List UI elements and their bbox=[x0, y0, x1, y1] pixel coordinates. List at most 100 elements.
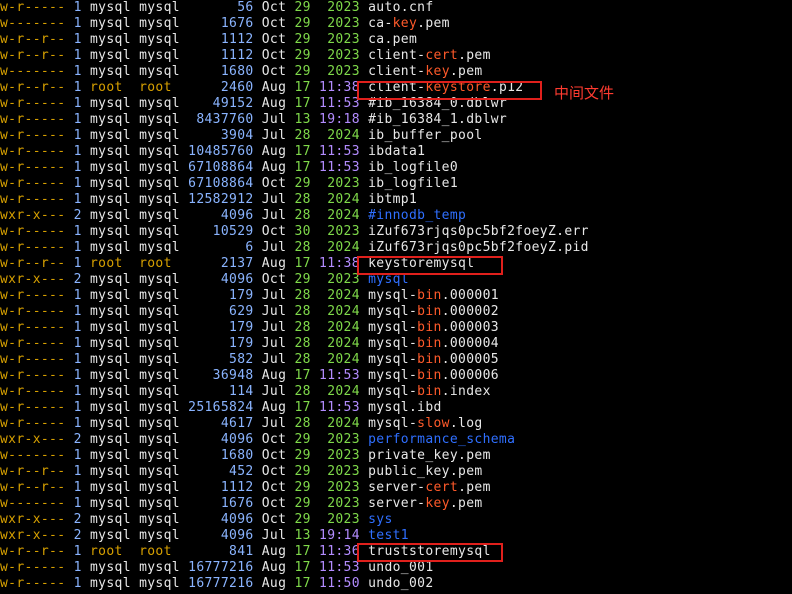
day: 29 bbox=[294, 16, 311, 31]
day: 29 bbox=[294, 464, 311, 479]
permissions: w-r----- bbox=[0, 128, 66, 143]
listing-row[interactable]: w-r----- 1 mysql mysql 10485760 Aug 17 1… bbox=[0, 144, 425, 160]
file-name[interactable]: mysql.ibd bbox=[368, 400, 442, 415]
file-name-segment: client- bbox=[368, 48, 426, 63]
file-name[interactable]: server-key.pem bbox=[368, 496, 483, 511]
file-size: 179 bbox=[188, 320, 254, 335]
listing-row[interactable]: w------- 1 mysql mysql 1680 Oct 29 2023 … bbox=[0, 64, 483, 80]
listing-row[interactable]: w-r----- 1 mysql mysql 56 Oct 29 2023 au… bbox=[0, 0, 434, 16]
file-name[interactable]: client-key.pem bbox=[368, 64, 483, 79]
file-name[interactable]: ib_buffer_pool bbox=[368, 128, 482, 143]
file-name-segment: undo_002 bbox=[368, 576, 434, 591]
day: 29 bbox=[294, 496, 311, 511]
listing-row[interactable]: w-r----- 1 mysql mysql 25165824 Aug 17 1… bbox=[0, 400, 442, 416]
permissions: w-r--r-- bbox=[0, 480, 66, 495]
group: mysql bbox=[139, 240, 180, 255]
month: Aug bbox=[261, 144, 287, 159]
file-name[interactable]: sys bbox=[368, 512, 393, 527]
listing-row[interactable]: w-r----- 1 mysql mysql 179 Jul 28 2024 m… bbox=[0, 288, 499, 304]
listing-row[interactable]: wxr-x--- 2 mysql mysql 4096 Oct 29 2023 … bbox=[0, 432, 515, 448]
file-name[interactable]: undo_001 bbox=[368, 560, 433, 575]
listing-row[interactable]: w-r--r-- 1 mysql mysql 1112 Oct 29 2023 … bbox=[0, 32, 417, 48]
month: Jul bbox=[261, 352, 287, 367]
time-or-year: 2023 bbox=[319, 16, 360, 31]
file-name[interactable]: ib_logfile1 bbox=[368, 176, 458, 191]
file-name[interactable]: mysql-bin.000002 bbox=[368, 304, 499, 319]
listing-row[interactable]: w------- 1 mysql mysql 1676 Oct 29 2023 … bbox=[0, 16, 450, 32]
file-name[interactable]: test1 bbox=[368, 528, 409, 543]
group: mysql bbox=[139, 432, 180, 447]
file-name[interactable]: mysql-bin.000005 bbox=[368, 352, 499, 367]
file-name[interactable]: #ib_16384_1.dblwr bbox=[368, 112, 507, 127]
permissions: w-r----- bbox=[0, 368, 66, 383]
listing-row[interactable]: w-r----- 1 mysql mysql 12582912 Jul 28 2… bbox=[0, 192, 417, 208]
day: 28 bbox=[294, 320, 311, 335]
file-name[interactable]: performance_schema bbox=[368, 432, 515, 447]
file-name[interactable]: iZuf673rjqs0pc5bf2foeyZ.err bbox=[368, 224, 589, 239]
permissions: w------- bbox=[0, 448, 66, 463]
owner: root bbox=[89, 80, 131, 95]
file-name[interactable]: mysql-slow.log bbox=[368, 416, 483, 431]
listing-row[interactable]: w-r--r-- 1 mysql mysql 1112 Oct 29 2023 … bbox=[0, 48, 491, 64]
listing-row[interactable]: w-r----- 1 mysql mysql 179 Jul 28 2024 m… bbox=[0, 336, 499, 352]
file-name[interactable]: auto.cnf bbox=[368, 0, 433, 15]
listing-row[interactable]: w-r----- 1 mysql mysql 16777216 Aug 17 1… bbox=[0, 576, 434, 592]
file-name[interactable]: ca-key.pem bbox=[368, 16, 450, 31]
file-name[interactable]: private_key.pem bbox=[368, 448, 491, 463]
listing-row[interactable]: w-r----- 1 mysql mysql 3904 Jul 28 2024 … bbox=[0, 128, 483, 144]
listing-row[interactable]: w-r----- 1 mysql mysql 67108864 Oct 29 2… bbox=[0, 176, 458, 192]
file-name-segment: cert bbox=[425, 480, 459, 495]
file-name-segment: ibtmp1 bbox=[368, 192, 418, 207]
day: 29 bbox=[294, 0, 311, 15]
file-name[interactable]: mysql-bin.000003 bbox=[368, 320, 499, 335]
file-size: 4096 bbox=[188, 528, 254, 543]
listing-row[interactable]: w-r----- 1 mysql mysql 36948 Aug 17 11:5… bbox=[0, 368, 499, 384]
listing-row[interactable]: w-r----- 1 mysql mysql 114 Jul 28 2024 m… bbox=[0, 384, 491, 400]
file-name-segment: mysql- bbox=[368, 352, 418, 367]
listing-row[interactable]: w-r----- 1 mysql mysql 6 Jul 28 2024 iZu… bbox=[0, 240, 589, 256]
listing-row[interactable]: w-r----- 1 mysql mysql 582 Jul 28 2024 m… bbox=[0, 352, 499, 368]
file-size: 179 bbox=[188, 336, 254, 351]
listing-row[interactable]: wxr-x--- 2 mysql mysql 4096 Oct 29 2023 … bbox=[0, 272, 409, 288]
owner: root bbox=[89, 544, 131, 559]
group: mysql bbox=[139, 144, 180, 159]
listing-row[interactable]: w------- 1 mysql mysql 1680 Oct 29 2023 … bbox=[0, 448, 491, 464]
day: 29 bbox=[294, 48, 311, 63]
permissions: w-r----- bbox=[0, 96, 66, 111]
listing-row[interactable]: w-r--r-- 1 mysql mysql 1112 Oct 29 2023 … bbox=[0, 480, 491, 496]
month: Oct bbox=[261, 272, 287, 287]
group: mysql bbox=[139, 16, 180, 31]
file-name[interactable]: undo_002 bbox=[368, 576, 433, 591]
file-name[interactable]: server-cert.pem bbox=[368, 480, 491, 495]
time-or-year: 2024 bbox=[319, 208, 360, 223]
file-name[interactable]: ca.pem bbox=[368, 32, 417, 47]
listing-row[interactable]: wxr-x--- 2 mysql mysql 4096 Jul 28 2024 … bbox=[0, 208, 466, 224]
file-name-segment: mysql- bbox=[368, 304, 418, 319]
file-name[interactable]: public_key.pem bbox=[368, 464, 482, 479]
owner: mysql bbox=[89, 368, 131, 383]
file-name[interactable]: mysql-bin.index bbox=[368, 384, 491, 399]
file-name[interactable]: mysql-bin.000004 bbox=[368, 336, 499, 351]
file-name[interactable]: client-cert.pem bbox=[368, 48, 491, 63]
permissions: w-r--r-- bbox=[0, 544, 66, 559]
file-name[interactable]: #innodb_temp bbox=[368, 208, 466, 223]
file-name-segment: .000002 bbox=[441, 304, 499, 319]
listing-row[interactable]: wxr-x--- 2 mysql mysql 4096 Oct 29 2023 … bbox=[0, 512, 393, 528]
file-name[interactable]: ibtmp1 bbox=[368, 192, 417, 207]
listing-row[interactable]: w------- 1 mysql mysql 1676 Oct 29 2023 … bbox=[0, 496, 483, 512]
listing-row[interactable]: w-r----- 1 mysql mysql 16777216 Aug 17 1… bbox=[0, 560, 434, 576]
listing-row[interactable]: wxr-x--- 2 mysql mysql 4096 Jul 13 19:14… bbox=[0, 528, 409, 544]
file-name[interactable]: ib_logfile0 bbox=[368, 160, 458, 175]
listing-row[interactable]: w-r--r-- 1 mysql mysql 452 Oct 29 2023 p… bbox=[0, 464, 483, 480]
listing-row[interactable]: w-r----- 1 mysql mysql 179 Jul 28 2024 m… bbox=[0, 320, 499, 336]
listing-row[interactable]: w-r----- 1 mysql mysql 67108864 Aug 17 1… bbox=[0, 160, 458, 176]
file-name[interactable]: iZuf673rjqs0pc5bf2foeyZ.pid bbox=[368, 240, 589, 255]
listing-row[interactable]: w-r----- 1 mysql mysql 8437760 Jul 13 19… bbox=[0, 112, 507, 128]
file-name[interactable]: mysql-bin.000001 bbox=[368, 288, 499, 303]
listing-row[interactable]: w-r----- 1 mysql mysql 4617 Jul 28 2024 … bbox=[0, 416, 483, 432]
file-name-segment: sys bbox=[368, 512, 393, 527]
listing-row[interactable]: w-r----- 1 mysql mysql 629 Jul 28 2024 m… bbox=[0, 304, 499, 320]
file-name[interactable]: ibdata1 bbox=[368, 144, 425, 159]
file-name[interactable]: mysql-bin.000006 bbox=[368, 368, 499, 383]
listing-row[interactable]: w-r----- 1 mysql mysql 10529 Oct 30 2023… bbox=[0, 224, 589, 240]
